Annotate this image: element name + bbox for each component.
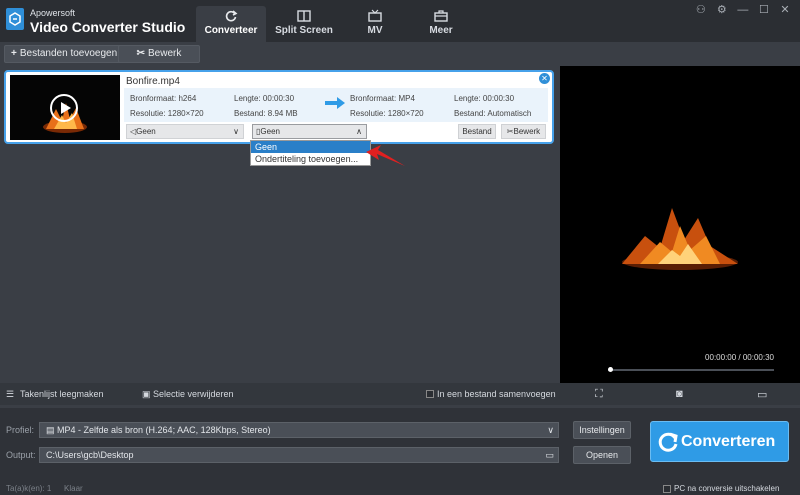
chevron-up-icon: ∧ — [356, 127, 362, 136]
source-format: Bronformaat: h264 — [130, 94, 197, 103]
shutdown-checkbox[interactable] — [663, 485, 671, 493]
tab-label: Meer — [429, 25, 453, 36]
profile-select[interactable]: ▤ MP4 - Zelfde als bron (H.264; AAC, 128… — [39, 422, 559, 438]
preview-tools: ⛶ ◙ ▭ — [560, 383, 800, 405]
output-path-field[interactable]: C:\Users\gcb\Desktop ▭ — [39, 447, 559, 463]
settings-icon[interactable]: ⚙ — [713, 3, 731, 16]
maximize-icon[interactable]: ☐ — [755, 3, 773, 16]
edit-label: Bewerk — [148, 48, 182, 59]
merge-checkbox[interactable] — [426, 390, 434, 398]
dropdown-option-none[interactable]: Geen — [251, 141, 370, 153]
tab-label: Converteer — [204, 25, 258, 36]
chevron-down-icon: ∨ — [547, 425, 554, 435]
app-title: Video Converter Studio — [30, 19, 186, 35]
plus-icon: + — [11, 48, 17, 59]
play-icon[interactable] — [50, 94, 78, 122]
refresh-icon — [225, 10, 238, 22]
add-files-label: Bestanden toevoegen — [19, 48, 118, 59]
minimize-icon[interactable]: — — [734, 4, 752, 16]
window-controls: ⚇ ⚙ — ☐ ✕ — [692, 3, 794, 16]
shutdown-label: PC na conversie uitschakelen — [674, 484, 780, 493]
close-icon[interactable]: ✕ — [776, 3, 794, 16]
app-logo-icon — [6, 8, 24, 30]
audio-track-select[interactable]: ◁Geen ∨ — [126, 124, 244, 139]
remove-selection-icon[interactable]: ▣ — [142, 389, 151, 400]
tab-label: MV — [367, 25, 383, 36]
open-button[interactable]: Openen — [573, 446, 631, 464]
folder-icon[interactable]: ▭ — [545, 448, 554, 462]
settings-button[interactable]: Instellingen — [573, 421, 631, 439]
target-length: Lengte: 00:00:30 — [454, 94, 515, 103]
source-length: Lengte: 00:00:30 — [234, 94, 295, 103]
tab-split-screen[interactable]: Split Screen — [269, 6, 339, 42]
video-thumbnail[interactable] — [10, 75, 120, 140]
scissors-icon: ✂ — [506, 127, 514, 136]
refresh-icon — [658, 432, 678, 452]
tv-icon — [368, 9, 382, 22]
audio-track-value: Geen — [136, 127, 156, 136]
convert-button-label: Converteren — [681, 433, 776, 450]
target-size: Bestand: Automatisch — [454, 109, 532, 118]
brand-name: Apowersoft — [30, 8, 76, 18]
folder-icon[interactable]: ▭ — [757, 388, 767, 401]
output-path-value: C:\Users\gcb\Desktop — [46, 450, 134, 460]
subtitle-select[interactable]: ▯Geen ∧ — [252, 124, 367, 139]
file-button[interactable]: Bestand — [458, 124, 496, 139]
profile-value: MP4 - Zelfde als bron (H.264; AAC, 128Kb… — [57, 425, 271, 435]
task-card[interactable]: Bonfire.mp4 ✕ Bronformaat: h264 Lengte: … — [4, 70, 554, 144]
crop-icon[interactable]: ⛶ — [595, 388, 603, 401]
video-preview[interactable]: 00:00:00 / 00:00:30 — [560, 66, 800, 383]
subtitle-value: Geen — [260, 127, 280, 136]
remove-selection-button[interactable]: Selectie verwijderen — [153, 389, 234, 399]
camera-icon[interactable]: ◙ — [676, 388, 683, 400]
convert-button[interactable]: Converteren — [650, 421, 789, 462]
seek-handle[interactable] — [608, 367, 613, 372]
tab-converteer[interactable]: Converteer — [196, 6, 266, 42]
profile-label: Profiel: — [6, 425, 35, 435]
user-icon[interactable]: ⚇ — [692, 3, 710, 16]
target-format: Bronformaat: MP4 — [350, 94, 415, 103]
task-edit-button[interactable]: ✂Bewerk — [501, 124, 546, 139]
add-files-button[interactable]: + Bestanden toevoegen — [4, 45, 125, 63]
red-pointer-arrow — [366, 145, 405, 166]
merge-label: In een bestand samenvoegen — [437, 389, 556, 399]
source-resolution: Resolutie: 1280×720 — [130, 109, 204, 118]
timecode: 00:00:00 / 00:00:30 — [705, 353, 774, 362]
target-resolution: Resolutie: 1280×720 — [350, 109, 424, 118]
edit-button[interactable]: ✂ Bewerk — [118, 45, 200, 63]
status-text: Klaar — [64, 484, 83, 493]
dropdown-option-add-subtitle[interactable]: Ondertiteling toevoegen... — [251, 153, 370, 165]
task-edit-label: Bewerk — [513, 127, 541, 136]
clear-list-button[interactable]: Takenlijst leegmaken — [20, 389, 104, 399]
title-bar: Apowersoft Video Converter Studio Conver… — [0, 0, 800, 42]
task-list-tools: ☰ Takenlijst leegmaken ▣ Selectie verwij… — [0, 383, 560, 405]
bonfire-preview-image — [622, 208, 738, 270]
seek-bar[interactable] — [608, 367, 774, 372]
chevron-down-icon: ∨ — [233, 127, 239, 136]
tab-mv[interactable]: MV — [340, 6, 410, 42]
subtitle-dropdown: Geen Ondertiteling toevoegen... — [250, 140, 371, 166]
toolbar: + Bestanden toevoegen ✂ Bewerk — [0, 42, 560, 66]
convert-arrow-icon — [325, 97, 345, 109]
tab-label: Split Screen — [275, 25, 333, 36]
scissors-icon: ✂ — [136, 48, 146, 59]
clear-list-icon[interactable]: ☰ — [6, 389, 14, 400]
toolbox-icon — [434, 10, 448, 22]
split-screen-icon — [297, 10, 311, 22]
profile-icon: ▤ — [46, 425, 58, 435]
task-count: Ta(a)k(en): 1 — [6, 484, 52, 493]
tab-meer[interactable]: Meer — [406, 6, 476, 42]
file-name: Bonfire.mp4 — [126, 76, 180, 87]
source-size: Bestand: 8.94 MB — [234, 109, 298, 118]
remove-task-icon[interactable]: ✕ — [539, 73, 550, 84]
output-label: Output: — [6, 450, 36, 460]
